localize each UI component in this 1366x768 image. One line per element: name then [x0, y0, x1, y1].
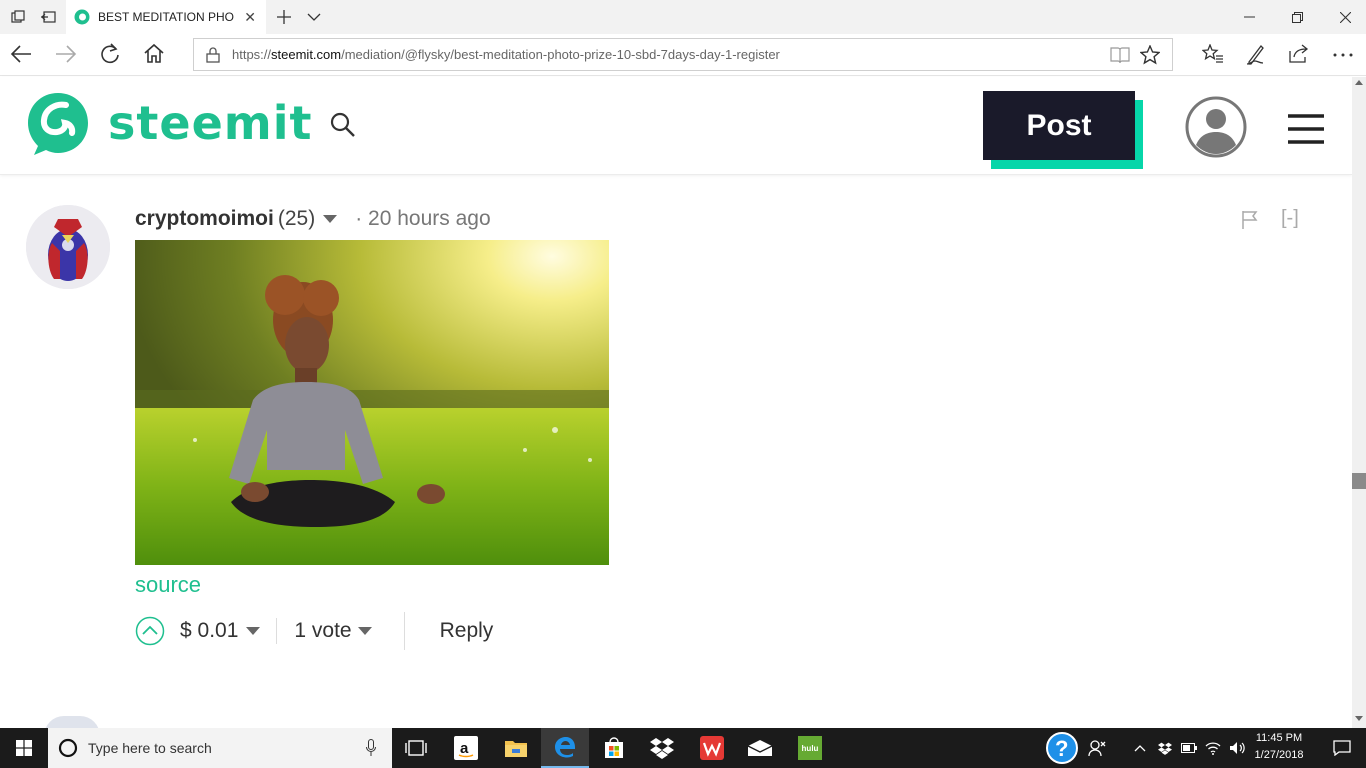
comment-footer: $ 0.01 1 vote Reply	[135, 612, 493, 650]
tab-title: BEST MEDITATION PHO	[98, 10, 235, 24]
tabs-aside-icon[interactable]	[34, 0, 62, 34]
url-path: /mediation/@flysky/best-meditation-photo…	[341, 47, 780, 62]
new-tab-icon[interactable]	[272, 0, 296, 34]
volume-icon[interactable]	[1225, 728, 1249, 768]
comment-header: cryptomoimoi (25) · 20 hours ago	[135, 205, 491, 233]
commenter-avatar[interactable]	[26, 205, 110, 289]
windows-taskbar: Type here to search a hulu ? 11:45 PM 1/…	[0, 728, 1366, 768]
people-icon[interactable]	[1082, 728, 1112, 768]
collapse-toggle[interactable]: [-]	[1281, 207, 1299, 230]
url-text: https://steemit.com/mediation/@flysky/be…	[232, 47, 780, 62]
wifi-icon[interactable]	[1201, 728, 1225, 768]
flag-icon[interactable]	[1241, 210, 1259, 230]
svg-text:?: ?	[1055, 736, 1068, 761]
taskbar-search-box[interactable]: Type here to search	[48, 728, 392, 768]
restore-icon[interactable]	[1280, 0, 1314, 34]
post-button-wrap: Post	[983, 91, 1143, 169]
scroll-down-icon[interactable]	[1355, 716, 1363, 721]
steemit-logo-text[interactable]: steemit	[108, 96, 312, 150]
share-icon[interactable]	[1288, 43, 1310, 63]
reading-view-icon[interactable]	[1110, 46, 1130, 64]
steemit-logo-icon[interactable]	[26, 91, 90, 157]
source-link[interactable]: source	[135, 572, 201, 598]
lock-icon	[206, 47, 220, 63]
scrollbar-thumb[interactable]	[1352, 473, 1366, 489]
reply-link[interactable]: Reply	[440, 619, 494, 643]
upvote-icon[interactable]	[135, 616, 165, 646]
battery-icon[interactable]	[1177, 728, 1201, 768]
mail-icon[interactable]	[736, 728, 784, 768]
cortana-circle-icon	[58, 738, 78, 758]
windows-start-icon[interactable]	[0, 728, 48, 768]
web-note-icon[interactable]	[1246, 43, 1266, 65]
vote-count[interactable]: 1 vote	[294, 619, 351, 643]
hulu-label: hulu	[798, 736, 822, 760]
tab-list-chevron-icon[interactable]	[302, 0, 326, 34]
hulu-app-icon[interactable]: hulu	[786, 728, 834, 768]
search-icon[interactable]	[330, 112, 356, 138]
more-menu-icon[interactable]	[1333, 53, 1353, 57]
tab-preview-icon[interactable]	[4, 0, 32, 34]
taskbar-search-placeholder: Type here to search	[88, 740, 212, 756]
author-dropdown-icon[interactable]	[323, 215, 338, 223]
dropbox-icon[interactable]	[638, 728, 686, 768]
favorite-star-icon[interactable]	[1140, 45, 1160, 65]
minimize-icon[interactable]	[1232, 0, 1266, 34]
wps-office-icon[interactable]	[688, 728, 736, 768]
meditation-photo[interactable]	[135, 240, 609, 565]
scroll-up-icon[interactable]	[1355, 80, 1363, 85]
store-icon[interactable]	[590, 728, 638, 768]
footer-divider	[276, 618, 278, 644]
edge-browser-icon[interactable]	[541, 728, 589, 768]
tab-close-icon[interactable]: ✕	[244, 9, 256, 26]
url-host: steemit.com	[271, 47, 342, 62]
microphone-icon[interactable]	[366, 739, 376, 757]
footer-divider	[403, 612, 405, 650]
back-icon[interactable]	[10, 44, 32, 64]
browser-tab-bar: BEST MEDITATION PHO ✕	[0, 0, 1366, 34]
url-prefix: https://	[232, 47, 272, 62]
file-explorer-icon[interactable]	[492, 728, 540, 768]
clock-time: 11:45 PM	[1255, 732, 1303, 744]
amazon-icon[interactable]: a	[442, 728, 490, 768]
help-icon[interactable]: ?	[1038, 728, 1086, 768]
address-bar[interactable]: https://steemit.com/mediation/@flysky/be…	[193, 38, 1173, 71]
dropbox-tray-icon[interactable]	[1153, 728, 1177, 768]
comment-timestamp[interactable]: · 20 hours ago	[355, 207, 490, 231]
taskbar-clock[interactable]: 11:45 PM 1/27/2018	[1248, 730, 1310, 764]
home-icon[interactable]	[143, 43, 165, 64]
action-center-icon[interactable]	[1318, 728, 1366, 768]
task-view-icon[interactable]	[392, 728, 440, 768]
payout-amount[interactable]: $ 0.01	[180, 619, 238, 643]
comment-author[interactable]: cryptomoimoi	[135, 207, 274, 231]
refresh-icon[interactable]	[100, 43, 120, 65]
payout-dropdown-icon[interactable]	[246, 627, 261, 635]
steemit-favicon-icon	[74, 9, 90, 25]
votes-dropdown-icon[interactable]	[357, 627, 372, 635]
page-scrollbar[interactable]	[1352, 77, 1366, 728]
tab-active[interactable]: BEST MEDITATION PHO ✕	[66, 0, 266, 34]
author-reputation: (25)	[277, 207, 316, 230]
hamburger-menu-icon[interactable]	[1287, 114, 1325, 144]
browser-nav-bar: https://steemit.com/mediation/@flysky/be…	[0, 34, 1366, 76]
window-close-icon[interactable]	[1328, 0, 1362, 34]
clock-date: 1/27/2018	[1254, 749, 1304, 761]
post-button[interactable]: Post	[983, 91, 1135, 160]
forward-icon[interactable]	[55, 44, 77, 64]
svg-text:a: a	[460, 740, 469, 757]
site-header: steemit Post	[0, 77, 1352, 175]
show-hidden-icons-chevron[interactable]	[1128, 728, 1152, 768]
favorites-hub-icon[interactable]	[1202, 44, 1224, 64]
user-avatar-icon[interactable]	[1184, 95, 1248, 159]
